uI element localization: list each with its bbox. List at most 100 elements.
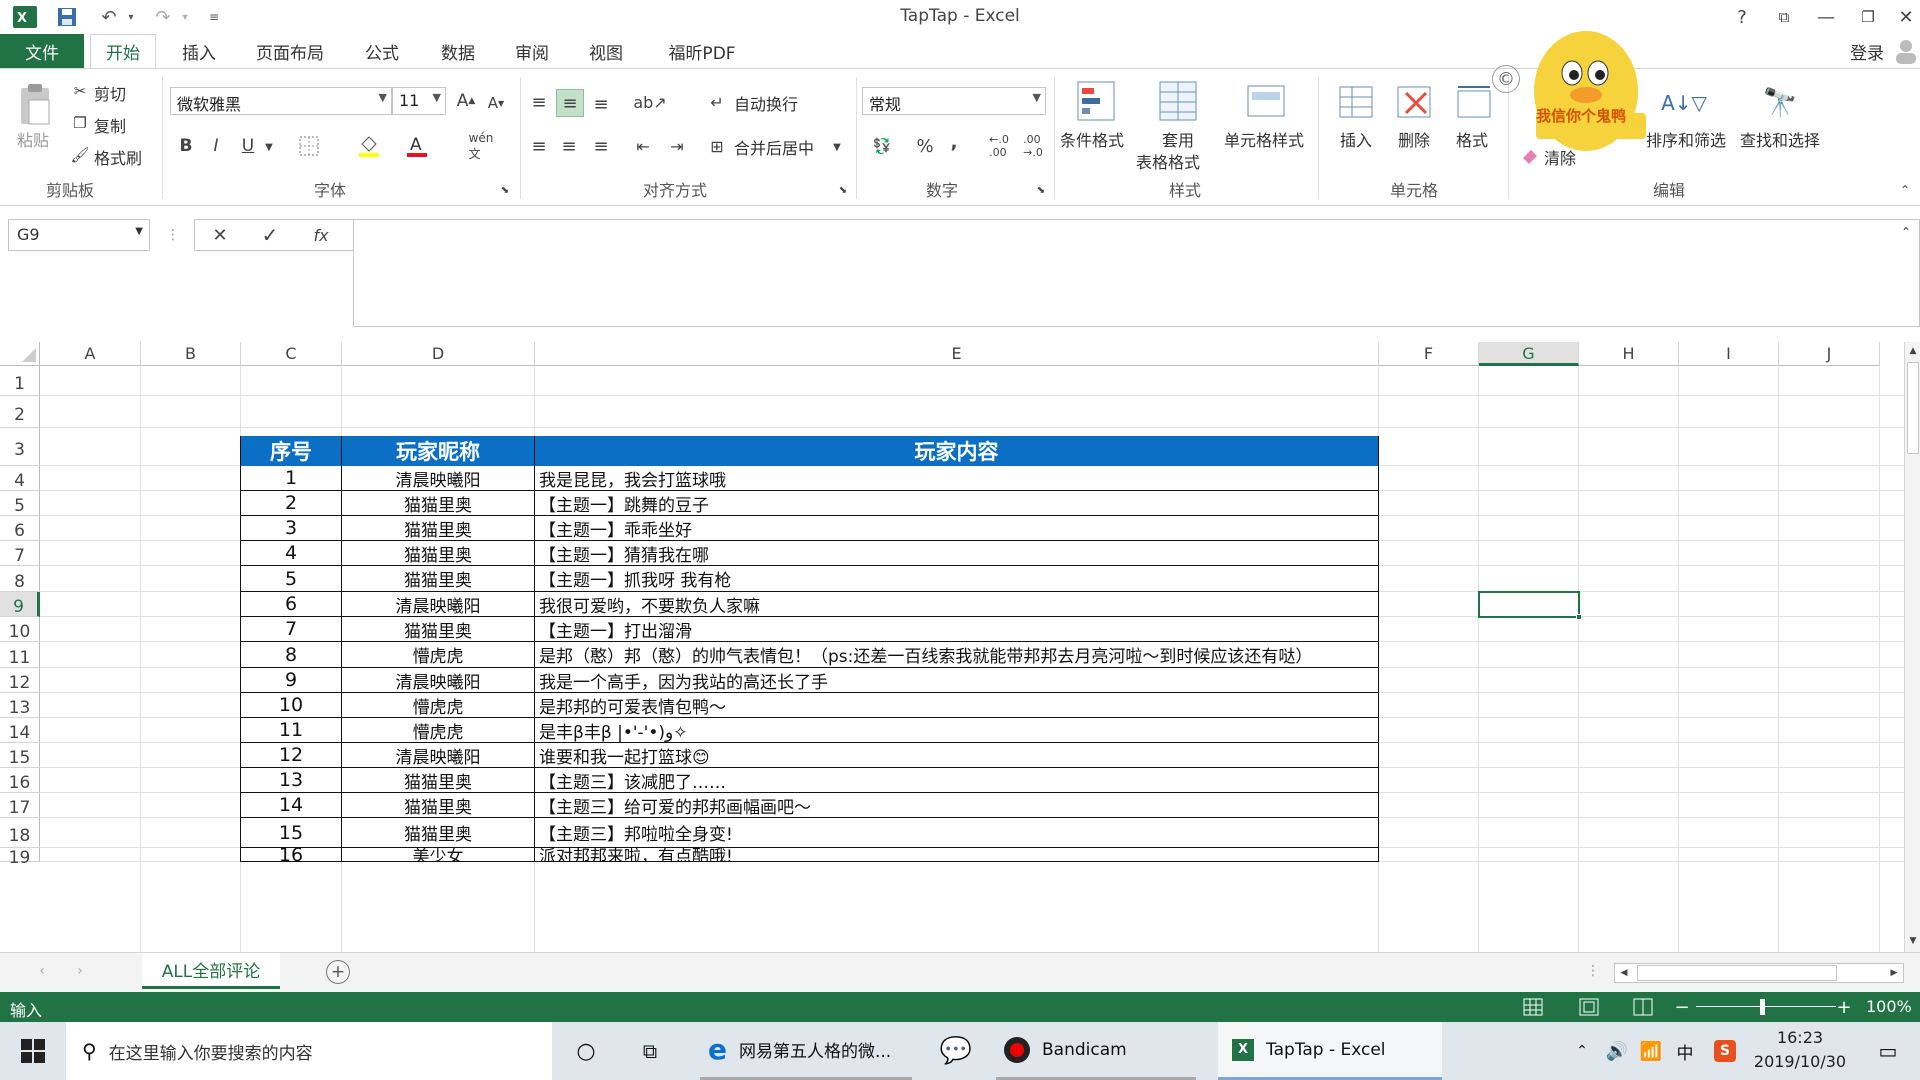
row-header-9[interactable]: 9 [0,592,40,617]
player-name-cell[interactable]: 猫猫里奥 [342,768,535,793]
row-number-cell[interactable]: 5 [241,566,342,592]
zoom-slider[interactable] [1696,1006,1836,1007]
tab-review[interactable]: 审阅 [504,34,560,68]
tab-file[interactable]: 文件 [0,34,84,68]
phonetic-icon[interactable]: wén 文 [466,131,496,161]
horizontal-scrollbar[interactable]: ◀ ▶ [1614,963,1904,983]
player-content-cell[interactable]: 【主题三】该减肥了…… [535,768,1379,793]
row-number-cell[interactable]: 15 [241,818,342,848]
zoom-slider-thumb[interactable] [1760,999,1765,1015]
player-content-cell[interactable]: 【主题一】跳舞的豆子 [535,491,1379,516]
collapse-ribbon-icon[interactable]: ⌃ [1896,181,1914,199]
merge-center-button[interactable]: 合并后居中 [734,135,814,159]
align-top-icon[interactable]: ≡ [526,89,552,115]
scroll-right-icon[interactable]: ▶ [1885,964,1903,982]
decrease-indent-icon[interactable]: ⇤ [630,133,656,159]
zoom-out-button[interactable]: − [1672,996,1692,1018]
align-left-icon[interactable]: ≡ [526,133,552,159]
cut-button[interactable]: 剪切 [94,81,126,105]
insert-function-icon[interactable]: fx [306,222,336,248]
column-header-i[interactable]: I [1679,342,1779,366]
vertical-scrollbar[interactable]: ▲ ▼ [1904,342,1920,952]
taskbar-app-excel[interactable]: X TapTap - Excel [1218,1022,1442,1080]
normal-view-icon[interactable] [1522,996,1544,1018]
row-header-18[interactable]: 18 [0,818,40,848]
wrap-text-icon[interactable]: ↵ [706,91,728,113]
player-name-cell[interactable]: 猫猫里奥 [342,818,535,848]
format-as-table-label-2[interactable]: 表格格式 [1136,149,1200,173]
player-content-cell[interactable]: 【主题三】给可爱的邦邦画幅画吧～ [535,793,1379,818]
underline-dropdown-icon[interactable]: ▼ [262,135,276,159]
conditional-format-button[interactable]: 条件格式 [1060,127,1124,151]
player-content-cell[interactable]: 【主题一】打出溜滑 [535,617,1379,642]
player-name-cell[interactable]: 懵虎虎 [342,718,535,743]
chevron-down-icon[interactable]: ▼ [135,226,143,237]
row-header-11[interactable]: 11 [0,642,40,668]
player-name-cell[interactable]: 清晨映曦阳 [342,668,535,693]
formula-input[interactable] [353,219,1920,327]
row-header-13[interactable]: 13 [0,693,40,718]
taskbar-app-bandicam[interactable]: Bandicam [996,1022,1196,1080]
row-number-cell[interactable]: 9 [241,668,342,693]
align-right-icon[interactable]: ≡ [588,133,614,159]
wrap-text-button[interactable]: 自动换行 [734,91,798,115]
conditional-format-icon[interactable] [1074,79,1118,123]
column-header-e[interactable]: E [535,342,1379,366]
column-header-f[interactable]: F [1379,342,1479,366]
minimize-button[interactable]: — [1804,2,1848,32]
player-content-cell[interactable]: 【主题一】抓我呀 我有枪 [535,566,1379,592]
align-bottom-icon[interactable]: ≡ [588,91,614,117]
page-break-view-icon[interactable] [1632,996,1654,1018]
increase-decimal-icon[interactable]: ←.0.00 [984,133,1014,159]
merge-center-icon[interactable]: ⊞ [706,135,728,157]
player-content-cell[interactable]: 我很可爱哟，不要欺负人家嘛 [535,592,1379,617]
row-header-6[interactable]: 6 [0,516,40,541]
fill-handle[interactable] [1576,614,1582,620]
paste-icon[interactable] [14,81,56,127]
cancel-entry-icon[interactable]: ✕ [206,222,234,248]
paste-label[interactable]: 粘贴 [17,127,49,151]
table-header-cell[interactable]: 玩家内容 [535,436,1379,466]
format-painter-icon[interactable]: 🖌 [70,145,90,165]
find-select-icon[interactable]: 🔭 [1760,81,1800,123]
row-header-15[interactable]: 15 [0,743,40,768]
close-button[interactable]: ✕ [1884,2,1920,32]
user-avatar-icon[interactable] [1894,38,1918,64]
tray-expand-icon[interactable]: ⌃ [1570,1022,1594,1080]
player-name-cell[interactable]: 懵虎虎 [342,642,535,668]
player-name-cell[interactable]: 清晨映曦阳 [342,743,535,768]
player-content-cell[interactable]: 是丰β丰β |•'-'•)و✧ [535,718,1379,743]
decrease-font-icon[interactable]: A ▼ [484,91,508,115]
italic-button[interactable]: I [204,133,228,159]
copy-button[interactable]: 复制 [94,113,126,137]
column-header-d[interactable]: D [342,342,535,366]
align-middle-icon[interactable]: ≡ [556,89,584,117]
row-header-19[interactable]: 19 [0,848,40,868]
increase-font-icon[interactable]: A ▲ [454,89,478,113]
player-content-cell[interactable]: 是邦（憨）邦（憨）的帅气表情包！（ps:还差一百线索我就能带邦邦去月亮河啦～到时… [535,642,1379,668]
start-button[interactable] [0,1022,66,1080]
fill-color-icon[interactable] [356,133,382,159]
row-number-cell[interactable]: 11 [241,718,342,743]
currency-icon[interactable]: 💱 [862,133,902,159]
row-header-14[interactable]: 14 [0,718,40,743]
vertical-scroll-thumb[interactable] [1907,362,1919,454]
border-icon[interactable] [296,133,322,159]
collapse-formula-bar-icon[interactable]: ⌃ [1896,222,1916,242]
delete-cells-button[interactable]: 删除 [1398,127,1430,151]
tab-page-layout[interactable]: 页面布局 [244,34,336,68]
column-header-g[interactable]: G [1479,342,1579,366]
font-size-combo[interactable]: 11 ▼ [392,87,446,115]
player-content-cell[interactable]: 【主题三】邦啦啦全身变! [535,818,1379,848]
sheet-scroll-right-icon[interactable]: › [68,959,92,983]
row-header-5[interactable]: 5 [0,491,40,516]
row-number-cell[interactable]: 8 [241,642,342,668]
row-number-cell[interactable]: 4 [241,541,342,566]
row-number-cell[interactable]: 3 [241,516,342,541]
row-header-16[interactable]: 16 [0,768,40,793]
format-as-table-icon[interactable] [1156,79,1200,123]
row-number-cell[interactable]: 1 [241,466,342,491]
player-name-cell[interactable]: 猫猫里奥 [342,617,535,642]
player-content-cell[interactable]: 【主题一】乖乖坐好 [535,516,1379,541]
row-header-8[interactable]: 8 [0,566,40,592]
